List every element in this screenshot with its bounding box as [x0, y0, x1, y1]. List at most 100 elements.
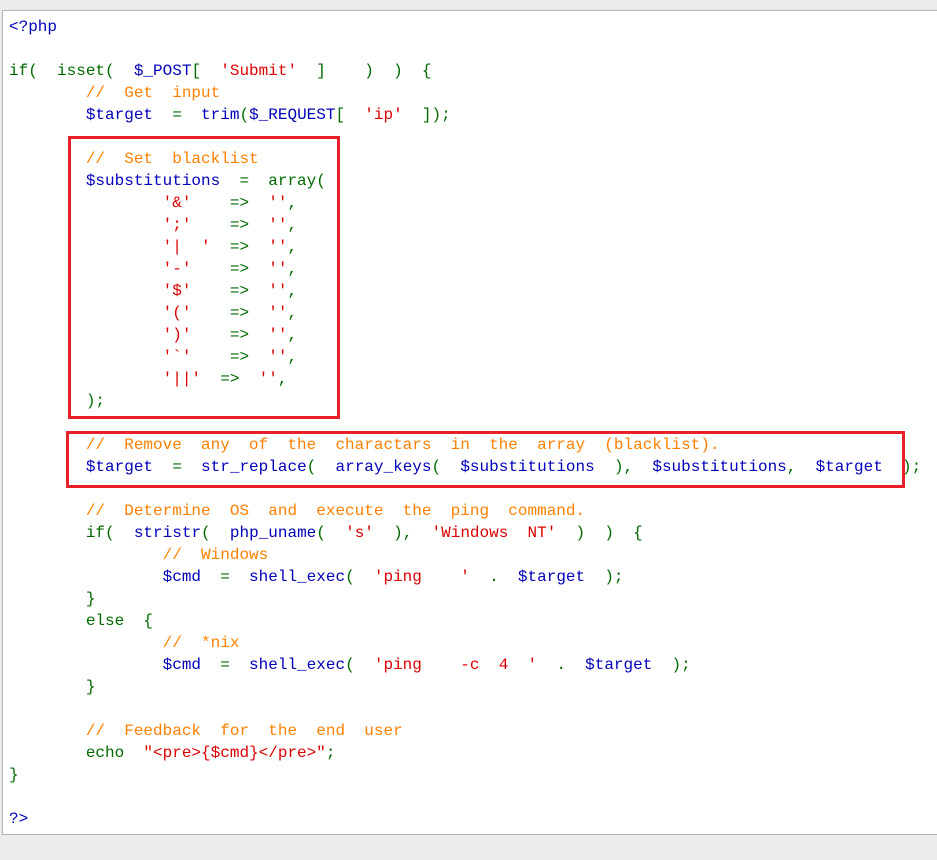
- code-token-default: }: [9, 766, 19, 784]
- code-token-default: [9, 546, 163, 564]
- code-token-string: 'ping ': [373, 568, 470, 586]
- code-token-default: [9, 326, 163, 344]
- code-line: ';' => '',: [9, 214, 921, 236]
- code-token-default: [9, 502, 86, 520]
- code-token-string: '||': [162, 370, 202, 388]
- code-token-string: '': [268, 216, 288, 234]
- code-token-default: array(: [268, 172, 326, 190]
- code-token-default: if(: [9, 524, 134, 542]
- code-token-default: =>: [210, 238, 269, 256]
- code-line: // Windows: [9, 544, 921, 566]
- code-token-string: '': [268, 194, 288, 212]
- code-line: if( stristr( php_uname( 's' ), 'Windows …: [9, 522, 921, 544]
- code-line: '`' => '',: [9, 346, 921, 368]
- code-token-default: }: [9, 678, 96, 696]
- code-line: '-' => '',: [9, 258, 921, 280]
- code-line: // *nix: [9, 632, 921, 654]
- code-line: }: [9, 676, 921, 698]
- php-source-code: <?php if( isset( $_POST[ 'Submit' ] ) ) …: [9, 16, 921, 830]
- code-token-string: '': [268, 282, 288, 300]
- code-token-default: ),: [594, 458, 653, 476]
- code-token-fn: stristr: [133, 524, 202, 542]
- code-token-comment: // Windows: [162, 546, 269, 564]
- code-token-default: =>: [191, 282, 269, 300]
- code-token-default: [9, 722, 86, 740]
- code-token-default: =>: [201, 370, 259, 388]
- code-token-default: ,: [287, 194, 298, 212]
- code-token-default: ,: [786, 458, 816, 476]
- code-token-comment: // Determine OS and execute the ping com…: [85, 502, 586, 520]
- code-token-default: [9, 348, 163, 366]
- code-token-string: ')': [162, 326, 192, 344]
- code-token-string: '| ': [162, 238, 211, 256]
- code-token-default: ;: [325, 744, 336, 762]
- code-token-fn: php_uname: [229, 524, 317, 542]
- code-token-default: ,: [287, 304, 298, 322]
- code-token-default: (: [345, 568, 374, 586]
- code-token-default: [9, 370, 163, 388]
- code-token-string: ';': [162, 216, 192, 234]
- code-token-var: $_POST: [133, 62, 192, 80]
- code-line: $target = trim($_REQUEST[ 'ip' ]);: [9, 104, 921, 126]
- code-token-var: $target: [85, 106, 154, 124]
- code-token-var: $substitutions: [85, 172, 221, 190]
- code-token-default: [9, 216, 163, 234]
- code-line: echo "<pre>{$cmd}</pre>";: [9, 742, 921, 764]
- code-token-default: [: [335, 106, 365, 124]
- code-token-default: ,: [287, 326, 298, 344]
- code-token-fn: array_keys: [335, 458, 432, 476]
- code-token-default: else {: [9, 612, 154, 630]
- code-token-default: }: [9, 590, 96, 608]
- code-token-default: [9, 238, 163, 256]
- code-token-string: 's': [345, 524, 374, 542]
- code-line: $substitutions = array(: [9, 170, 921, 192]
- code-token-string: '': [268, 238, 288, 256]
- code-token-default: ,: [287, 216, 298, 234]
- code-token-default: =>: [191, 194, 269, 212]
- code-token-string: '': [268, 326, 288, 344]
- code-token-default: =: [201, 656, 250, 674]
- code-token-var: $substitutions: [652, 458, 787, 476]
- code-token-default: );: [585, 568, 624, 586]
- code-line: if( isset( $_POST[ 'Submit' ] ) ) {: [9, 60, 921, 82]
- code-token-string: 'ip': [364, 106, 403, 124]
- code-token-default: .: [537, 656, 586, 674]
- code-token-default: [9, 436, 86, 454]
- code-token-default: =>: [191, 326, 269, 344]
- code-token-default: [9, 656, 163, 674]
- code-token-default: echo: [9, 744, 144, 762]
- code-token-default: [9, 304, 163, 322]
- code-line: else {: [9, 610, 921, 632]
- code-token-default: (: [239, 106, 250, 124]
- code-line: ')' => '',: [9, 324, 921, 346]
- code-line: '$' => '',: [9, 280, 921, 302]
- code-token-var: $target: [517, 568, 586, 586]
- code-token-default: =>: [191, 348, 269, 366]
- code-token-default: );: [9, 392, 106, 410]
- code-token-comment: // Remove any of the charactars in the a…: [85, 436, 720, 454]
- code-token-default: ,: [287, 238, 298, 256]
- code-token-string: '-': [162, 260, 192, 278]
- code-token-string: '`': [162, 348, 192, 366]
- code-token-string: '': [268, 348, 288, 366]
- code-token-var: $cmd: [162, 568, 202, 586]
- code-token-string: "<pre>{$cmd}</pre>": [143, 744, 326, 762]
- code-token-var: $_REQUEST: [249, 106, 336, 124]
- code-line: <?php: [9, 16, 921, 38]
- code-token-default: ,: [287, 260, 298, 278]
- code-token-default: if( isset(: [9, 62, 134, 80]
- code-token-default: (: [431, 458, 461, 476]
- code-token-default: [9, 172, 86, 190]
- code-line: '| ' => '',: [9, 236, 921, 258]
- code-line: // Feedback for the end user: [9, 720, 921, 742]
- code-token-default: [: [191, 62, 221, 80]
- code-line: // Remove any of the charactars in the a…: [9, 434, 921, 456]
- code-token-default: ,: [287, 348, 298, 366]
- code-line: // Set blacklist: [9, 148, 921, 170]
- code-token-string: 'Windows NT': [431, 524, 557, 542]
- code-token-default: =: [153, 106, 202, 124]
- code-token-default: [9, 568, 163, 586]
- code-token-string: 'ping -c 4 ': [373, 656, 538, 674]
